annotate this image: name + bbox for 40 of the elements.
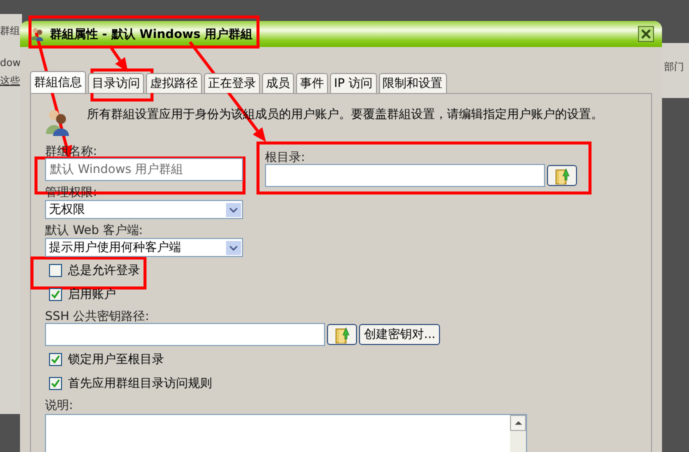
text-field[interactable] [265,164,545,187]
tab[interactable]: 目录访问 [88,73,144,93]
field-label: 根目录: [265,150,306,164]
tab[interactable]: 限制和设置 [378,73,447,93]
scroll-up-icon[interactable] [514,420,522,426]
tab[interactable]: 事件 [296,73,328,93]
folder-arrow-icon [554,166,570,184]
tab[interactable]: IP 访问 [330,73,377,93]
field-label: 默认 Web 客户端: [45,223,144,237]
checkbox[interactable] [49,288,62,300]
checkbox[interactable] [49,264,62,276]
field-label: 管理权限: [45,185,98,199]
backdrop-text: 群组 [0,25,20,38]
close-button[interactable] [638,26,654,42]
tab[interactable]: 成员 [262,73,294,93]
folder-arrow-icon [334,326,350,344]
tab[interactable]: 正在登录 [204,73,260,93]
checkbox-label: 首先应用群组目录访问规则 [68,374,212,392]
users-icon [30,27,44,41]
tab[interactable]: 群組信息 [30,71,86,93]
browse-button[interactable] [327,324,357,345]
checkbox[interactable] [49,376,62,390]
browse-button[interactable] [547,165,577,186]
tab[interactable]: 虚拟路径 [146,73,202,93]
field-label: 说明: [45,398,74,412]
checkbox[interactable] [49,352,62,366]
backdrop-text: 部门 [664,60,684,74]
annotation-arrow [108,45,128,72]
field-label: SSH 公共密钥路径: [45,309,150,323]
checkbox-label: 锁定用户至根目录 [68,350,164,368]
checkbox-label: 总是允许登录 [68,262,140,278]
text-field[interactable] [45,323,325,346]
dropdown[interactable]: 提示用户使用何种客户端 [45,238,243,257]
create-key-button[interactable]: 创建密钥对... [359,324,440,345]
backdrop-link[interactable]: 这些 [0,74,20,88]
users-icon [45,108,69,136]
dropdown[interactable]: 无权限 [45,200,243,219]
window-title: 群組属性 - 默认 Windows 用户群組 [50,26,253,42]
checkbox-label: 启用账户 [68,286,116,302]
backdrop-text: dow [0,58,21,69]
